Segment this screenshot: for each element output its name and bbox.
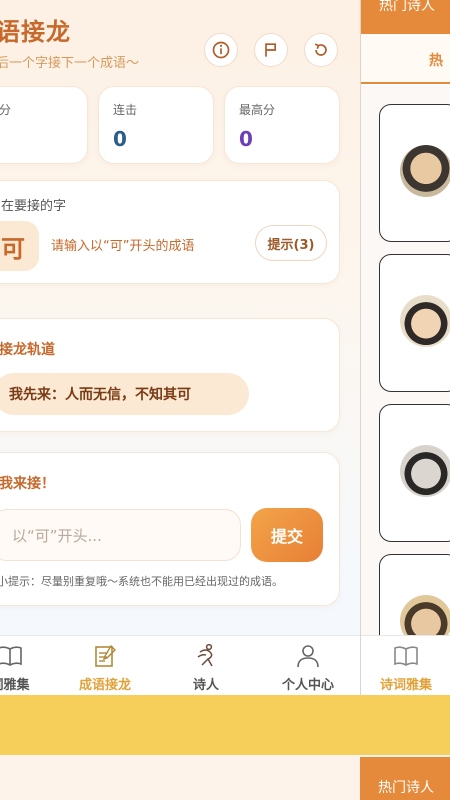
bottom-right-header: 热门诗人 xyxy=(360,757,450,800)
notebook-pen-icon xyxy=(95,644,116,667)
tab-label: 词雅集 xyxy=(0,678,30,693)
idiom-input[interactable]: 以“可”开头... xyxy=(0,509,241,561)
tab-profile[interactable]: 个人中心 xyxy=(268,642,348,693)
refresh-icon xyxy=(314,43,327,56)
answer-tip: 小提示：尽量别重复哦～系统也不能用已经出现过的成语。 xyxy=(0,575,283,588)
yellow-band xyxy=(0,695,450,755)
book-icon xyxy=(0,646,22,666)
chain-item: 我先来：人而无信，不知其可 xyxy=(0,373,249,415)
person-icon xyxy=(297,645,319,668)
poet-avatar xyxy=(400,445,450,497)
bottom-tab-bar: 词雅集 成语接龙 诗人 个人中心 xyxy=(0,635,360,695)
info-icon xyxy=(212,41,230,59)
chain-track-title: 接龙轨道 xyxy=(0,342,55,358)
answer-card: 我来接！ 以“可”开头... 提交 小提示：尽量别重复哦～系统也不能用已经出现过… xyxy=(0,452,340,606)
tab-idiom-chain[interactable]: 成语接龙 xyxy=(65,642,145,693)
current-char: 可 xyxy=(0,221,39,271)
poet-list xyxy=(361,86,450,692)
dancer-icon xyxy=(197,643,213,667)
current-char-card: 在要接的字 可 请输入以“可”开头的成语 提示(3) xyxy=(0,180,340,284)
poet-card[interactable] xyxy=(379,404,450,542)
best-score-value: 0 xyxy=(239,127,253,151)
flag-icon xyxy=(265,43,276,57)
tab-poets[interactable]: 诗人 xyxy=(166,642,246,693)
hint-button[interactable]: 提示(3) xyxy=(255,225,327,261)
tab-label: 成语接龙 xyxy=(78,678,131,693)
book-icon xyxy=(394,646,418,666)
tab-poetry-collection-right[interactable]: 诗词雅集 xyxy=(366,642,446,693)
poet-avatar xyxy=(400,295,450,347)
tab-label: 个人中心 xyxy=(281,678,334,693)
score-label: 分 xyxy=(0,103,12,117)
submit-button[interactable]: 提交 xyxy=(251,508,323,562)
poet-avatar xyxy=(400,145,450,197)
restart-button[interactable] xyxy=(304,33,338,67)
next-screen-preview: 热门诗人 热 诗词雅集 xyxy=(360,0,450,695)
combo-card: 连击 0 xyxy=(98,86,214,164)
chain-track-card: 接龙轨道 我先来：人而无信，不知其可 xyxy=(0,318,340,432)
page-title: 语接龙 xyxy=(0,18,71,46)
answer-title: 我来接！ xyxy=(0,476,55,492)
info-button[interactable] xyxy=(204,33,238,67)
best-score-card: 最高分 0 xyxy=(224,86,340,164)
combo-value: 0 xyxy=(113,127,127,151)
page-subtitle: 后一个字接下一个成语～ xyxy=(0,56,140,71)
tab-label: 诗人 xyxy=(192,678,219,693)
best-score-label: 最高分 xyxy=(239,103,276,117)
right-tab-bar: 诗词雅集 xyxy=(361,635,450,695)
current-hint: 请输入以“可”开头的成语 xyxy=(51,239,195,254)
right-header: 热门诗人 xyxy=(361,0,450,34)
tab-label: 诗词雅集 xyxy=(379,678,432,693)
poet-card[interactable] xyxy=(379,104,450,242)
score-card: 分 xyxy=(0,86,88,164)
tab-poetry-collection[interactable]: 词雅集 xyxy=(0,642,50,693)
poet-card[interactable] xyxy=(379,254,450,392)
current-char-label: 在要接的字 xyxy=(1,199,67,214)
right-tab-hot[interactable]: 热 xyxy=(361,34,450,84)
combo-label: 连击 xyxy=(113,103,138,117)
idiom-chain-screen: 语接龙 后一个字接下一个成语～ 分 连击 0 最高分 0 在要接的字 可 请输入… xyxy=(0,0,360,695)
report-button[interactable] xyxy=(254,33,288,67)
